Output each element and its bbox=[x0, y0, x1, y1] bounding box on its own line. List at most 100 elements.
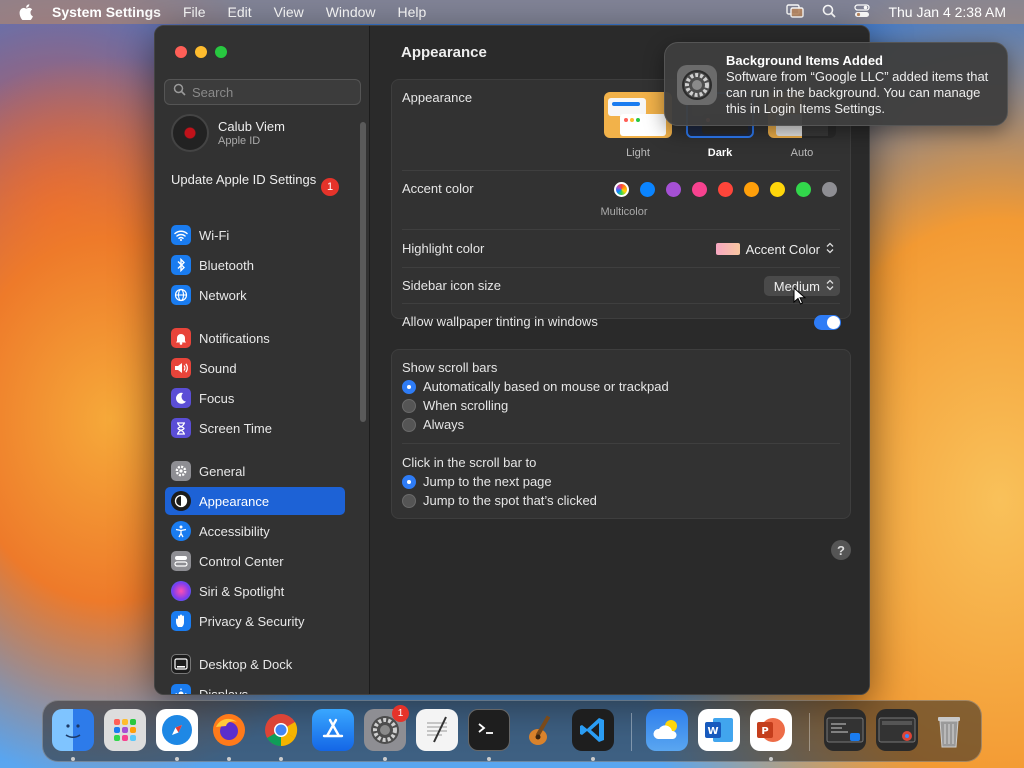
radio-label: When scrolling bbox=[423, 398, 509, 413]
spotlight-search-icon[interactable] bbox=[822, 4, 837, 21]
accent-graphite-swatch[interactable] bbox=[822, 182, 837, 197]
accent-purple-swatch[interactable] bbox=[666, 182, 681, 197]
trash-icon[interactable] bbox=[928, 709, 970, 751]
sidebar-item-sound[interactable]: Sound bbox=[165, 354, 345, 382]
search-field[interactable] bbox=[164, 79, 361, 105]
menu-bar: System Settings File Edit View Window He… bbox=[0, 0, 1024, 24]
sidebar-item-network[interactable]: Network bbox=[165, 281, 345, 309]
appearance-option-light-label: Light bbox=[626, 147, 650, 159]
app-store-icon[interactable] bbox=[312, 709, 354, 751]
minimize-button[interactable] bbox=[195, 46, 207, 58]
menu-app-name[interactable]: System Settings bbox=[52, 4, 161, 20]
sidebar-item-siri-spotlight[interactable]: Siri & Spotlight bbox=[165, 577, 345, 605]
appearance-icon bbox=[171, 491, 191, 511]
control-center-menu-icon[interactable] bbox=[854, 3, 871, 21]
wallpaper-tinting-toggle[interactable] bbox=[814, 315, 841, 330]
sidebar-item-label: Screen Time bbox=[199, 420, 272, 436]
scroll-bars-option-when-scrolling[interactable]: When scrolling bbox=[402, 398, 508, 413]
click-scroll-option-spot-clicked[interactable]: Jump to the spot that’s clicked bbox=[402, 493, 597, 508]
running-indicator bbox=[591, 757, 595, 761]
display-icon bbox=[171, 684, 191, 694]
menu-view[interactable]: View bbox=[274, 4, 304, 20]
menu-window[interactable]: Window bbox=[326, 4, 376, 20]
click-scroll-bar-label: Click in the scroll bar to bbox=[402, 455, 537, 470]
running-indicator bbox=[71, 757, 75, 761]
radio-label: Automatically based on mouse or trackpad bbox=[423, 379, 669, 394]
recent-window-thumbnail-chrome-icon[interactable] bbox=[876, 709, 918, 751]
scroll-bars-option-always[interactable]: Always bbox=[402, 417, 464, 432]
menu-help[interactable]: Help bbox=[398, 4, 427, 20]
sidebar-item-general[interactable]: General bbox=[165, 457, 345, 485]
appearance-label: Appearance bbox=[402, 90, 473, 105]
chrome-icon[interactable] bbox=[260, 709, 302, 751]
divider bbox=[402, 229, 840, 230]
word-icon[interactable]: W bbox=[698, 709, 740, 751]
dock-separator bbox=[631, 713, 632, 751]
weather-icon[interactable] bbox=[646, 709, 688, 751]
notification-banner[interactable]: Background Items Added Software from “Go… bbox=[664, 42, 1008, 126]
running-indicator bbox=[227, 757, 231, 761]
sidebar-item-label: Sound bbox=[199, 360, 237, 376]
accent-orange-swatch[interactable] bbox=[744, 182, 759, 197]
window-controls bbox=[175, 46, 227, 58]
apple-logo-icon[interactable] bbox=[16, 2, 36, 22]
radio-button[interactable] bbox=[402, 474, 416, 489]
menu-edit[interactable]: Edit bbox=[228, 4, 252, 20]
screen-mirroring-icon[interactable] bbox=[786, 3, 805, 21]
zoom-button[interactable] bbox=[215, 46, 227, 58]
sidebar-item-screen-time[interactable]: Screen Time bbox=[165, 414, 345, 442]
sidebar-item-desktop-dock[interactable]: Desktop & Dock bbox=[165, 650, 345, 678]
scroll-bars-option-auto[interactable]: Automatically based on mouse or trackpad bbox=[402, 379, 669, 394]
garageband-icon[interactable] bbox=[520, 709, 562, 751]
apple-id-profile[interactable]: Calub Viem Apple ID bbox=[171, 114, 285, 152]
sidebar-item-displays[interactable]: Displays bbox=[165, 680, 345, 694]
search-input[interactable] bbox=[192, 84, 352, 100]
svg-text:W: W bbox=[707, 726, 718, 737]
firefox-icon[interactable] bbox=[208, 709, 250, 751]
finder-icon[interactable] bbox=[52, 709, 94, 751]
sidebar-item-wifi[interactable]: Wi-Fi bbox=[165, 221, 345, 249]
menu-file[interactable]: File bbox=[183, 4, 206, 20]
powerpoint-icon[interactable]: P bbox=[750, 709, 792, 751]
sidebar-item-privacy-security[interactable]: Privacy & Security bbox=[165, 607, 345, 635]
help-button[interactable]: ? bbox=[831, 540, 851, 560]
radio-button[interactable] bbox=[402, 379, 416, 394]
textedit-icon[interactable] bbox=[416, 709, 458, 751]
sidebar-item-notifications[interactable]: Notifications bbox=[165, 324, 345, 352]
sidebar-item-accessibility[interactable]: Accessibility bbox=[165, 517, 345, 545]
radio-button[interactable] bbox=[402, 417, 416, 432]
sidebar-item-focus[interactable]: Focus bbox=[165, 384, 345, 412]
sidebar-scrollbar[interactable] bbox=[360, 122, 366, 422]
launchpad-icon[interactable] bbox=[104, 709, 146, 751]
sidebar: Calub Viem Apple ID Update Apple ID Sett… bbox=[155, 26, 370, 694]
system-settings-dock-badge: 1 bbox=[392, 705, 409, 722]
accent-green-swatch[interactable] bbox=[796, 182, 811, 197]
accent-red-swatch[interactable] bbox=[718, 182, 733, 197]
sidebar-item-appearance[interactable]: Appearance bbox=[165, 487, 345, 515]
accent-multicolor-swatch[interactable] bbox=[614, 182, 629, 197]
sidebar-item-bluetooth[interactable]: Bluetooth bbox=[165, 251, 345, 279]
accent-pink-swatch[interactable] bbox=[692, 182, 707, 197]
accent-color-label: Accent color bbox=[402, 181, 474, 196]
recent-window-thumbnail-icon[interactable] bbox=[824, 709, 866, 751]
accent-blue-swatch[interactable] bbox=[640, 182, 655, 197]
highlight-color-popup[interactable]: Accent Color bbox=[715, 239, 840, 259]
sidebar-item-label: Network bbox=[199, 287, 247, 303]
menu-clock[interactable]: Thu Jan 4 2:38 AM bbox=[888, 4, 1006, 20]
running-indicator bbox=[487, 757, 491, 761]
vscode-icon[interactable] bbox=[572, 709, 614, 751]
sidebar-item-label: Wi-Fi bbox=[199, 227, 230, 243]
appearance-option-light[interactable] bbox=[604, 92, 672, 138]
chevron-updown-icon bbox=[826, 242, 834, 257]
appearance-option-dark-label: Dark bbox=[707, 147, 733, 159]
highlight-color-swatch bbox=[715, 243, 740, 255]
click-scroll-option-next-page[interactable]: Jump to the next page bbox=[402, 474, 552, 489]
accent-yellow-swatch[interactable] bbox=[770, 182, 785, 197]
close-button[interactable] bbox=[175, 46, 187, 58]
notification-title: Background Items Added bbox=[726, 53, 883, 68]
sidebar-item-control-center[interactable]: Control Center bbox=[165, 547, 345, 575]
terminal-icon[interactable] bbox=[468, 709, 510, 751]
safari-icon[interactable] bbox=[156, 709, 198, 751]
radio-button[interactable] bbox=[402, 493, 416, 508]
radio-button[interactable] bbox=[402, 398, 416, 413]
